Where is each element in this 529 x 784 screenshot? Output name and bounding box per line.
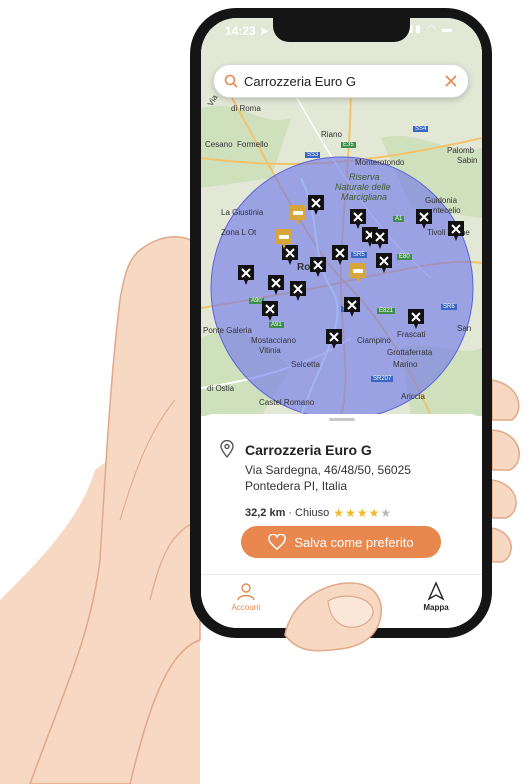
workshop-marker[interactable] [309, 256, 327, 278]
place-address: Via Sardegna, 46/48/50, 56025 Pontedera … [245, 463, 411, 493]
rating-stars: ★★★★★ [333, 506, 392, 520]
tab-account[interactable]: Account [211, 581, 281, 612]
status-time: 14:23 ➤ [225, 24, 270, 38]
sheet-handle[interactable] [329, 418, 355, 421]
car-marker[interactable] [275, 228, 293, 250]
save-favorite-button[interactable]: Salva come preferito [241, 526, 441, 558]
save-favorite-label: Salva come preferito [294, 534, 414, 550]
star-icon: ★ [368, 506, 381, 520]
navigation-arrow-icon [427, 581, 445, 601]
workshop-marker[interactable] [237, 264, 255, 286]
star-icon: ★ [356, 506, 369, 520]
workshop-marker[interactable] [343, 296, 361, 318]
workshop-marker[interactable] [289, 280, 307, 302]
place-meta: 32,2 km · Chiuso ★★★★★ [245, 506, 392, 520]
car-marker[interactable] [349, 262, 367, 284]
clear-icon[interactable] [444, 74, 458, 88]
workshop-marker[interactable] [375, 252, 393, 274]
workshop-marker[interactable] [415, 208, 433, 230]
workshop-marker[interactable] [407, 308, 425, 330]
notch [273, 18, 410, 42]
workshop-marker[interactable] [307, 194, 325, 216]
thumb-illustration [284, 582, 382, 652]
workshop-marker[interactable] [447, 220, 465, 242]
user-icon [237, 583, 255, 601]
phone-screen: 14:23 ➤ ▮▮▮ ◠ ▬ di Roma Via Riano Cesano… [201, 18, 482, 628]
search-icon [224, 74, 238, 88]
search-bar[interactable]: Carrozzeria Euro G [213, 64, 469, 98]
place-details-sheet: Carrozzeria Euro G Via Sardegna, 46/48/5… [201, 414, 482, 574]
location-pin-icon [220, 440, 234, 458]
heart-icon [268, 534, 287, 550]
place-distance: 32,2 km [245, 507, 286, 519]
place-status: Chiuso [295, 507, 330, 519]
tab-map-label: Mappa [423, 603, 449, 612]
star-icon: ★ [345, 506, 357, 520]
workshop-marker[interactable] [371, 228, 389, 250]
tab-map[interactable]: Mappa [401, 581, 471, 612]
search-input[interactable]: Carrozzeria Euro G [244, 74, 444, 89]
workshop-marker[interactable] [261, 300, 279, 322]
workshop-marker[interactable] [325, 328, 343, 350]
car-marker[interactable] [289, 204, 307, 226]
star-icon: ★ [380, 506, 393, 520]
workshop-marker[interactable] [331, 244, 349, 266]
meta-separator: · [288, 507, 293, 519]
star-icon: ★ [333, 506, 346, 520]
place-name: Carrozzeria Euro G [245, 442, 372, 458]
tab-account-label: Account [231, 603, 261, 612]
workshop-marker[interactable] [267, 274, 285, 296]
